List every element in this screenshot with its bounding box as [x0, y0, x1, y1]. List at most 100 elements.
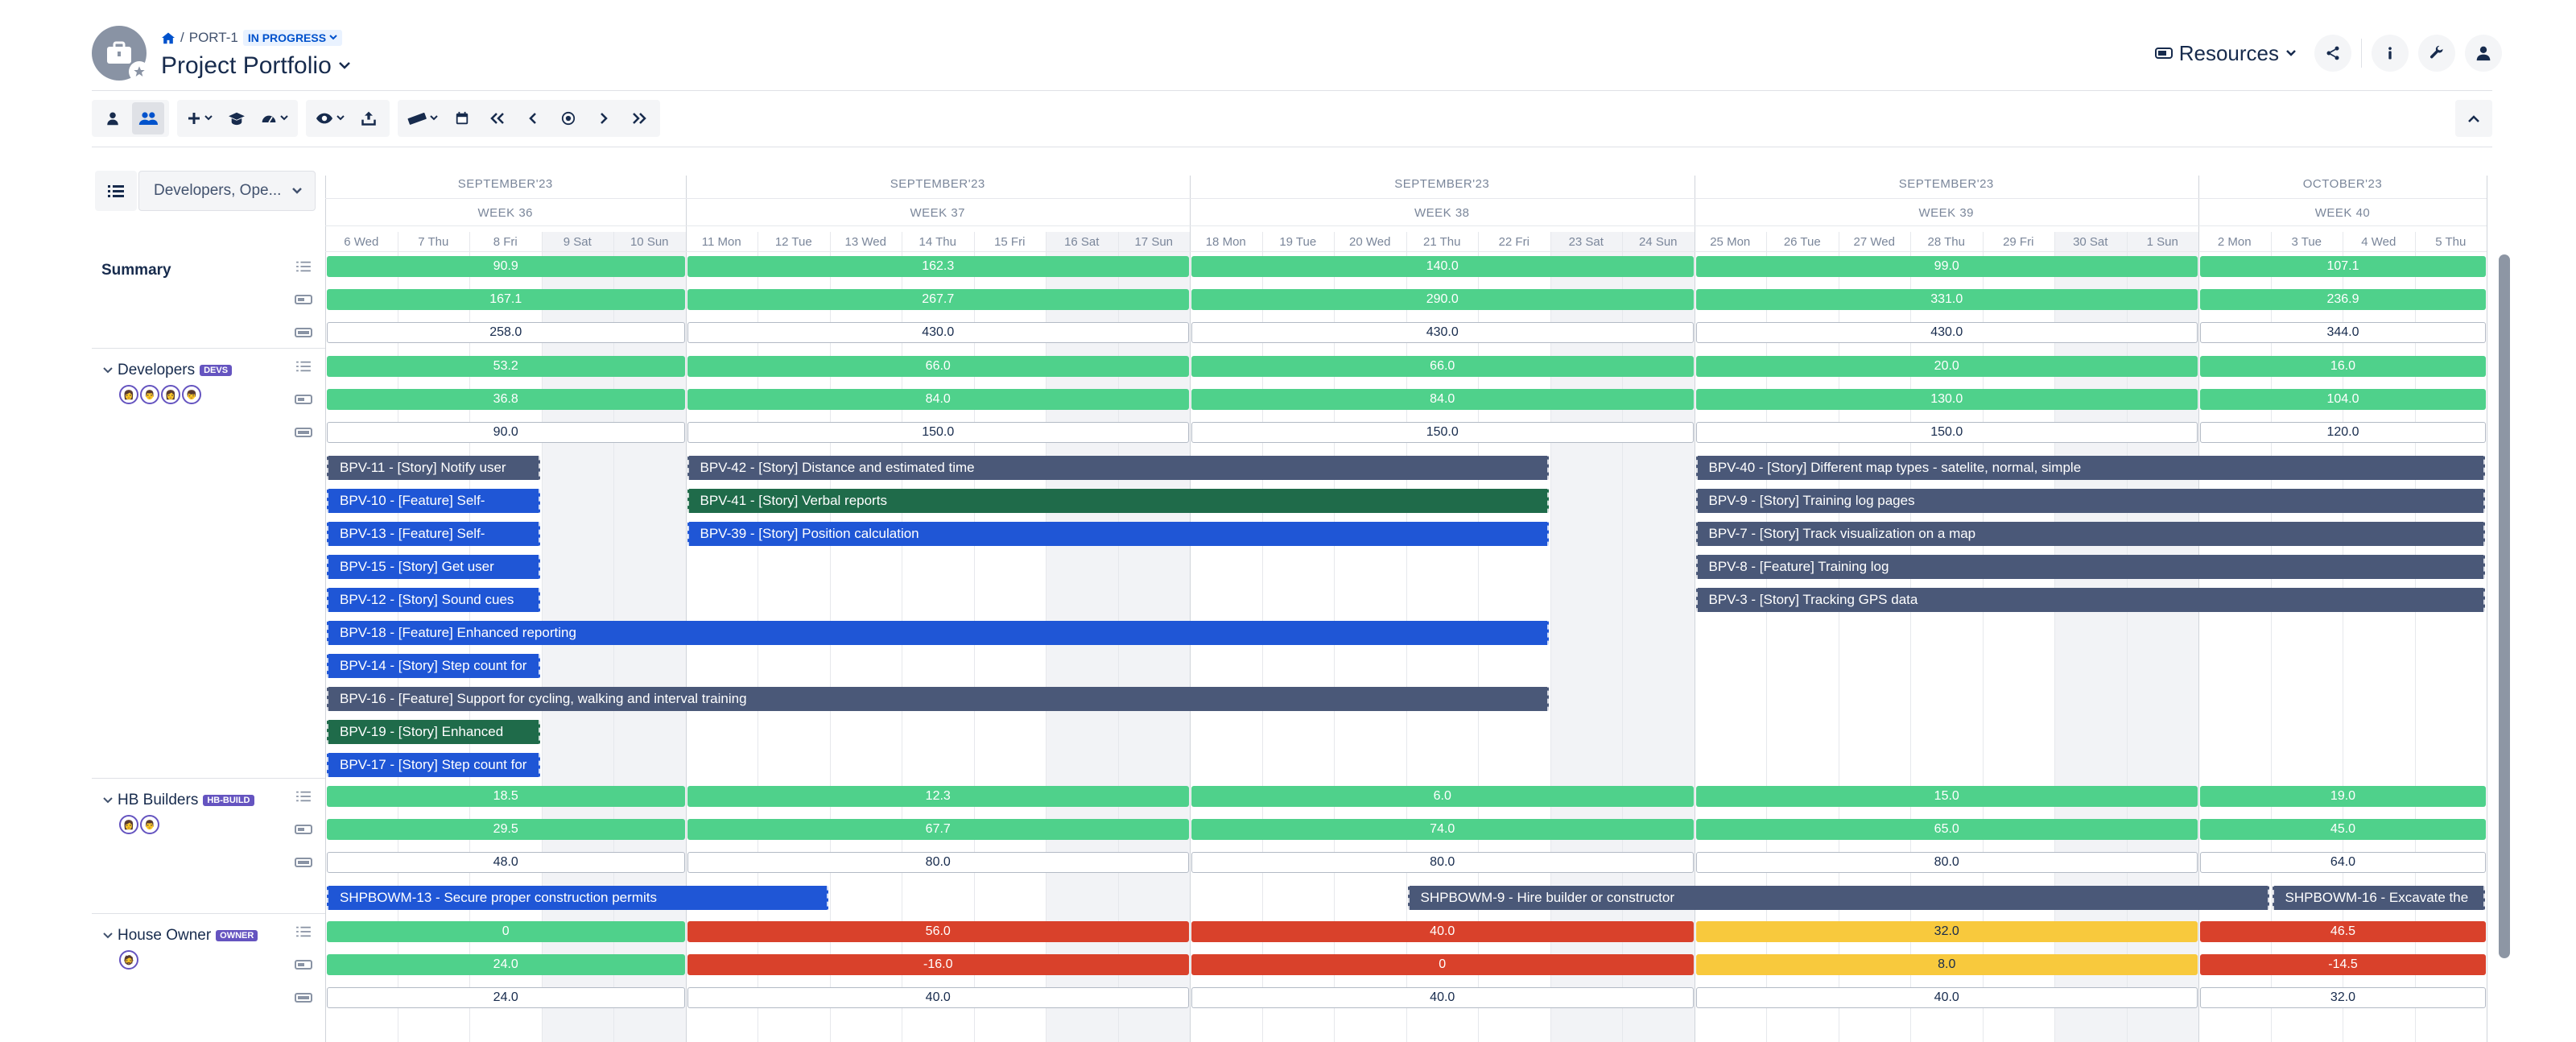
metric-cell[interactable]: 48.0 [327, 852, 685, 873]
metric-cell[interactable]: 53.2 [327, 356, 685, 377]
metric-cell[interactable]: 290.0 [1191, 289, 1694, 310]
task-bar[interactable]: BPV-10 - [Feature] Self- [327, 489, 540, 513]
metric-cell[interactable]: 150.0 [1191, 422, 1694, 443]
resources-button[interactable]: Resources [2147, 41, 2305, 66]
metric-cell[interactable]: 16.0 [2200, 356, 2486, 377]
metric-cell[interactable]: -14.5 [2200, 954, 2486, 975]
metric-cell[interactable]: 120.0 [2200, 422, 2486, 443]
metric-cell[interactable]: 430.0 [1191, 322, 1694, 343]
metric-cell[interactable]: 40.0 [1191, 987, 1694, 1008]
metric-cell[interactable]: 107.1 [2200, 256, 2486, 277]
skills-button[interactable] [221, 102, 253, 134]
list-view-button[interactable] [95, 171, 137, 211]
group-title[interactable]: Summary [101, 259, 171, 282]
metric-cell[interactable]: 40.0 [687, 987, 1189, 1008]
metric-cell[interactable]: 45.0 [2200, 819, 2486, 840]
metric-cell[interactable]: -16.0 [687, 954, 1189, 975]
metric-cell[interactable]: 36.8 [327, 389, 685, 410]
metric-cell[interactable]: 150.0 [1695, 422, 2198, 443]
task-bar[interactable]: BPV-16 - [Feature] Support for cycling, … [327, 687, 1549, 711]
metric-cell[interactable]: 32.0 [2200, 987, 2486, 1008]
avatar[interactable]: 👨 [140, 385, 159, 404]
metric-cell[interactable]: 66.0 [687, 356, 1189, 377]
page-title[interactable]: Project Portfolio [161, 50, 351, 82]
jump-back-button[interactable] [481, 102, 514, 134]
metric-cell[interactable]: 430.0 [1695, 322, 2198, 343]
jump-forward-button[interactable] [623, 102, 655, 134]
metric-cell[interactable]: 20.0 [1695, 356, 2198, 377]
metric-cell[interactable]: 40.0 [1191, 921, 1694, 942]
previous-button[interactable] [517, 102, 549, 134]
today-button[interactable] [552, 102, 584, 134]
task-bar[interactable]: BPV-9 - [Story] Training log pages [1695, 489, 2485, 513]
task-bar[interactable]: BPV-17 - [Story] Step count for [327, 753, 540, 777]
metric-cell[interactable]: 0 [327, 921, 685, 942]
metric-cell[interactable]: 84.0 [1191, 389, 1694, 410]
metric-cell[interactable]: 344.0 [2200, 322, 2486, 343]
avatar[interactable]: 👦 [182, 385, 201, 404]
visibility-button[interactable] [311, 102, 349, 134]
metric-cell[interactable]: 90.9 [327, 256, 685, 277]
metric-cell[interactable]: 65.0 [1695, 819, 2198, 840]
metric-cell[interactable]: 74.0 [1191, 819, 1694, 840]
metric-cell[interactable]: 80.0 [687, 852, 1189, 873]
next-button[interactable] [588, 102, 620, 134]
export-button[interactable] [353, 102, 385, 134]
task-bar[interactable]: SHPBOWM-13 - Secure proper construction … [327, 886, 828, 910]
task-bar[interactable]: BPV-12 - [Story] Sound cues [327, 588, 540, 612]
metric-cell[interactable]: 12.3 [687, 786, 1189, 807]
metric-cell[interactable]: 6.0 [1191, 786, 1694, 807]
dashboard-button[interactable] [256, 102, 293, 134]
task-bar[interactable]: BPV-39 - [Story] Position calculation [687, 522, 1549, 546]
ruler-button[interactable] [402, 102, 443, 134]
avatar[interactable]: 👩 [119, 815, 138, 834]
metric-cell[interactable]: 258.0 [327, 322, 685, 343]
vertical-scrollbar[interactable] [2499, 254, 2510, 958]
metric-cell[interactable]: 80.0 [1191, 852, 1694, 873]
metric-cell[interactable]: 24.0 [327, 954, 685, 975]
metric-cell[interactable]: 331.0 [1695, 289, 2198, 310]
task-bar[interactable]: BPV-13 - [Feature] Self- [327, 522, 540, 546]
group-title[interactable]: Developers DEVS [103, 359, 233, 382]
metric-cell[interactable]: 19.0 [2200, 786, 2486, 807]
metric-cell[interactable]: 56.0 [687, 921, 1189, 942]
avatar[interactable]: 🧔 [119, 950, 138, 970]
add-button[interactable] [182, 102, 217, 134]
user-button[interactable] [2465, 35, 2502, 72]
metric-cell[interactable]: 84.0 [687, 389, 1189, 410]
task-bar[interactable]: BPV-42 - [Story] Distance and estimated … [687, 456, 1549, 480]
task-bar[interactable]: BPV-7 - [Story] Track visualization on a… [1695, 522, 2485, 546]
metric-cell[interactable]: 267.7 [687, 289, 1189, 310]
breadcrumb-project-id[interactable]: PORT-1 [189, 30, 238, 46]
metric-cell[interactable]: 66.0 [1191, 356, 1694, 377]
info-button[interactable] [2372, 35, 2409, 72]
metric-cell[interactable]: 140.0 [1191, 256, 1694, 277]
collapse-toolbar-button[interactable] [2455, 100, 2492, 137]
metric-cell[interactable]: 430.0 [687, 322, 1189, 343]
share-button[interactable] [2314, 35, 2351, 72]
metric-cell[interactable]: 80.0 [1695, 852, 2198, 873]
metric-cell[interactable]: 150.0 [687, 422, 1189, 443]
metric-cell[interactable]: 18.5 [327, 786, 685, 807]
team-view-button[interactable] [132, 102, 164, 134]
metric-cell[interactable]: 24.0 [327, 987, 685, 1008]
task-bar[interactable]: BPV-15 - [Story] Get user [327, 555, 540, 579]
task-bar[interactable]: SHPBOWM-16 - Excavate the [2272, 886, 2485, 910]
metric-cell[interactable]: 67.7 [687, 819, 1189, 840]
task-bar[interactable]: BPV-41 - [Story] Verbal reports [687, 489, 1549, 513]
metric-cell[interactable]: 90.0 [327, 422, 685, 443]
chevron-down-icon[interactable] [103, 932, 113, 940]
single-user-view-button[interactable] [97, 102, 129, 134]
task-bar[interactable]: BPV-14 - [Story] Step count for [327, 654, 540, 678]
chevron-down-icon[interactable] [103, 366, 113, 374]
team-filter-select[interactable]: Developers, Ope... [138, 171, 316, 211]
home-icon[interactable] [161, 31, 175, 44]
avatar[interactable]: 👩 [119, 385, 138, 404]
avatar[interactable]: 👨 [140, 815, 159, 834]
settings-button[interactable] [2418, 35, 2455, 72]
metric-cell[interactable]: 104.0 [2200, 389, 2486, 410]
task-bar[interactable]: BPV-8 - [Feature] Training log [1695, 555, 2485, 579]
metric-cell[interactable]: 236.9 [2200, 289, 2486, 310]
metric-cell[interactable]: 15.0 [1695, 786, 2198, 807]
metric-cell[interactable]: 162.3 [687, 256, 1189, 277]
